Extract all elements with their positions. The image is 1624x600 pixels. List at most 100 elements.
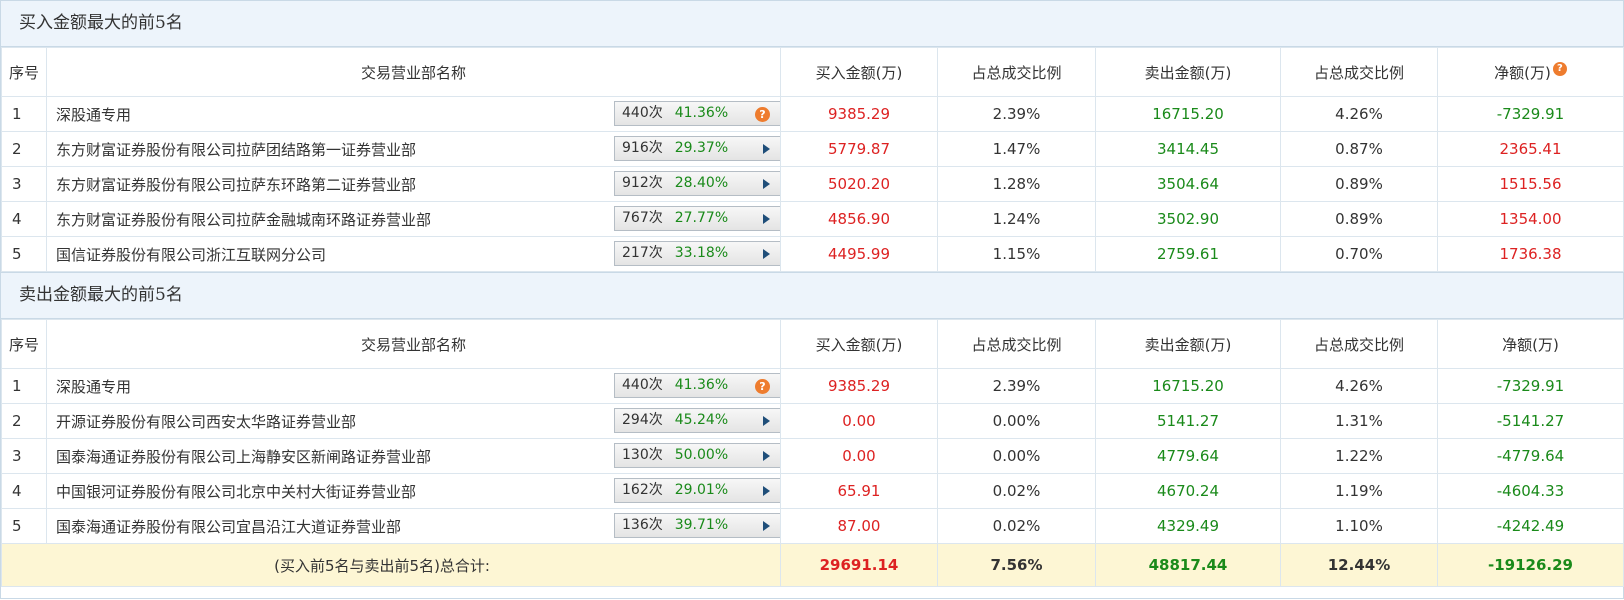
play-arrow-icon[interactable] — [763, 486, 770, 496]
win-rate: 33.18% — [674, 245, 729, 261]
broker-stats-badge[interactable]: 440次 41.36%? — [614, 101, 780, 126]
total-sell: 48817.44 — [1095, 543, 1281, 587]
sell-amount: 4329.49 — [1095, 508, 1281, 544]
broker-name-link[interactable]: 深股通专用 — [56, 106, 131, 124]
row-index: 2 — [1, 403, 47, 439]
win-rate: 39.71% — [674, 517, 729, 533]
win-rate: 27.77% — [674, 210, 729, 226]
table-row: 2 开源证券股份有限公司西安太华路证券营业部 294次 45.24% 0.00 0.00%… — [1, 403, 1624, 439]
broker-cell: 国泰海通证券股份有限公司上海静安区新闸路证券营业部 130次 50.00% — [46, 438, 781, 474]
question-icon[interactable]: ? — [755, 379, 770, 394]
net-amount: -5141.27 — [1437, 403, 1624, 439]
play-arrow-icon[interactable] — [763, 214, 770, 224]
header-idx: 序号 — [1, 319, 47, 369]
play-arrow-icon[interactable] — [763, 144, 770, 154]
broker-name-link[interactable]: 国泰海通证券股份有限公司宜昌沿江大道证券营业部 — [56, 518, 401, 536]
dragon-tiger-list: 买入金额最大的前5名 序号 交易营业部名称 买入金额(万) 占总成交比例 卖出金… — [0, 0, 1624, 599]
broker-stats-badge[interactable]: 767次 27.77% — [614, 206, 780, 231]
buy-amount: 4495.99 — [780, 236, 938, 272]
broker-stats-badge[interactable]: 136次 39.71% — [614, 513, 780, 538]
broker-cell: 深股通专用 440次 41.36%? — [46, 368, 781, 404]
question-icon[interactable]: ? — [755, 107, 770, 122]
sell-ratio: 1.31% — [1280, 403, 1438, 439]
buy-amount: 0.00 — [780, 438, 938, 474]
broker-name-link[interactable]: 国泰海通证券股份有限公司上海静安区新闸路证券营业部 — [56, 448, 431, 466]
net-amount: -4242.49 — [1437, 508, 1624, 544]
broker-name-link[interactable]: 东方财富证券股份有限公司拉萨金融城南环路证券营业部 — [56, 211, 431, 229]
sell-amount: 2759.61 — [1095, 236, 1281, 272]
header-sell-amount[interactable]: 卖出金额(万) — [1095, 319, 1281, 369]
trade-count: 916次 — [622, 140, 663, 156]
header-net[interactable]: 净额(万)? — [1437, 47, 1624, 97]
header-broker-name: 交易营业部名称 — [46, 47, 781, 97]
table-row: 1 深股通专用 440次 41.36%? 9385.29 2.39% 16715.20 4.2… — [1, 368, 1624, 404]
trade-count: 217次 — [622, 245, 663, 261]
broker-name-link[interactable]: 深股通专用 — [56, 378, 131, 396]
broker-name-link[interactable]: 开源证券股份有限公司西安太华路证券营业部 — [56, 413, 356, 431]
broker-stats-badge[interactable]: 440次 41.36%? — [614, 373, 780, 398]
net-amount: -4604.33 — [1437, 473, 1624, 509]
header-buy-ratio[interactable]: 占总成交比例 — [937, 47, 1096, 97]
buy-table-body: 1 深股通专用 440次 41.36%? 9385.29 2.39% 16715.20 4.2… — [1, 96, 1624, 272]
broker-cell: 国信证券股份有限公司浙江互联网分公司 217次 33.18% — [46, 236, 781, 272]
trade-count: 912次 — [622, 175, 663, 191]
buy-ratio: 0.02% — [937, 473, 1096, 509]
header-sell-amount[interactable]: 卖出金额(万) — [1095, 47, 1281, 97]
header-buy-amount[interactable]: 买入金额(万) — [780, 319, 938, 369]
header-sell-ratio[interactable]: 占总成交比例 — [1280, 319, 1438, 369]
buy-ratio: 1.24% — [937, 201, 1096, 237]
trade-count: 136次 — [622, 517, 663, 533]
broker-name-link[interactable]: 国信证券股份有限公司浙江互联网分公司 — [56, 246, 326, 264]
total-sell-ratio: 12.44% — [1280, 543, 1438, 587]
buy-amount: 5779.87 — [780, 131, 938, 167]
buy-ratio: 2.39% — [937, 96, 1096, 132]
header-net[interactable]: 净额(万) — [1437, 319, 1624, 369]
buy-ratio: 1.15% — [937, 236, 1096, 272]
buy-amount: 65.91 — [780, 473, 938, 509]
broker-cell: 东方财富证券股份有限公司拉萨团结路第一证券营业部 916次 29.37% — [46, 131, 781, 167]
play-arrow-icon[interactable] — [763, 179, 770, 189]
broker-stats-badge[interactable]: 912次 28.40% — [614, 171, 780, 196]
broker-name-link[interactable]: 东方财富证券股份有限公司拉萨团结路第一证券营业部 — [56, 141, 416, 159]
buy-amount: 9385.29 — [780, 96, 938, 132]
sell-amount: 5141.27 — [1095, 403, 1281, 439]
trade-count: 767次 — [622, 210, 663, 226]
broker-cell: 开源证券股份有限公司西安太华路证券营业部 294次 45.24% — [46, 403, 781, 439]
play-arrow-icon[interactable] — [763, 521, 770, 531]
net-amount: -7329.91 — [1437, 368, 1624, 404]
row-index: 2 — [1, 131, 47, 167]
broker-name-link[interactable]: 东方财富证券股份有限公司拉萨东环路第二证券营业部 — [56, 176, 416, 194]
broker-stats-badge[interactable]: 162次 29.01% — [614, 478, 780, 503]
table-row: 3 国泰海通证券股份有限公司上海静安区新闸路证券营业部 130次 50.00% 0.00… — [1, 438, 1624, 474]
sell-top5-table: 序号 交易营业部名称 买入金额(万) 占总成交比例 卖出金额(万) 占总成交比例… — [1, 319, 1624, 587]
total-label: (买入前5名与卖出前5名)总合计: — [1, 543, 781, 587]
broker-stats-badge[interactable]: 294次 45.24% — [614, 408, 780, 433]
broker-name-link[interactable]: 中国银河证券股份有限公司北京中关村大街证券营业部 — [56, 483, 416, 501]
header-broker-name: 交易营业部名称 — [46, 319, 781, 369]
sell-ratio: 4.26% — [1280, 368, 1438, 404]
header-sell-ratio[interactable]: 占总成交比例 — [1280, 47, 1438, 97]
sell-amount: 16715.20 — [1095, 368, 1281, 404]
net-amount: 1515.56 — [1437, 166, 1624, 202]
broker-stats-badge[interactable]: 217次 33.18% — [614, 241, 780, 266]
broker-stats-badge[interactable]: 130次 50.00% — [614, 443, 780, 468]
question-icon[interactable]: ? — [1552, 61, 1567, 76]
play-arrow-icon[interactable] — [763, 249, 770, 259]
row-index: 1 — [1, 96, 47, 132]
table-row: 1 深股通专用 440次 41.36%? 9385.29 2.39% 16715.20 4.2… — [1, 96, 1624, 132]
sell-ratio: 0.89% — [1280, 201, 1438, 237]
table-row: 3 东方财富证券股份有限公司拉萨东环路第二证券营业部 912次 28.40% 5020.… — [1, 166, 1624, 202]
header-buy-amount[interactable]: 买入金额(万) — [780, 47, 938, 97]
broker-stats-badge[interactable]: 916次 29.37% — [614, 136, 780, 161]
buy-top5-table: 序号 交易营业部名称 买入金额(万) 占总成交比例 卖出金额(万) 占总成交比例… — [1, 47, 1624, 272]
buy-section-title: 买入金额最大的前5名 — [1, 0, 1623, 47]
sell-amount: 3414.45 — [1095, 131, 1281, 167]
table-row: 5 国泰海通证券股份有限公司宜昌沿江大道证券营业部 136次 39.71% 87.00 0… — [1, 508, 1624, 544]
header-buy-ratio[interactable]: 占总成交比例 — [937, 319, 1096, 369]
sell-ratio: 0.89% — [1280, 166, 1438, 202]
play-arrow-icon[interactable] — [763, 416, 770, 426]
table-row: 4 中国银河证券股份有限公司北京中关村大街证券营业部 162次 29.01% 65.91… — [1, 473, 1624, 509]
total-buy: 29691.14 — [780, 543, 938, 587]
trade-count: 130次 — [622, 447, 663, 463]
play-arrow-icon[interactable] — [763, 451, 770, 461]
